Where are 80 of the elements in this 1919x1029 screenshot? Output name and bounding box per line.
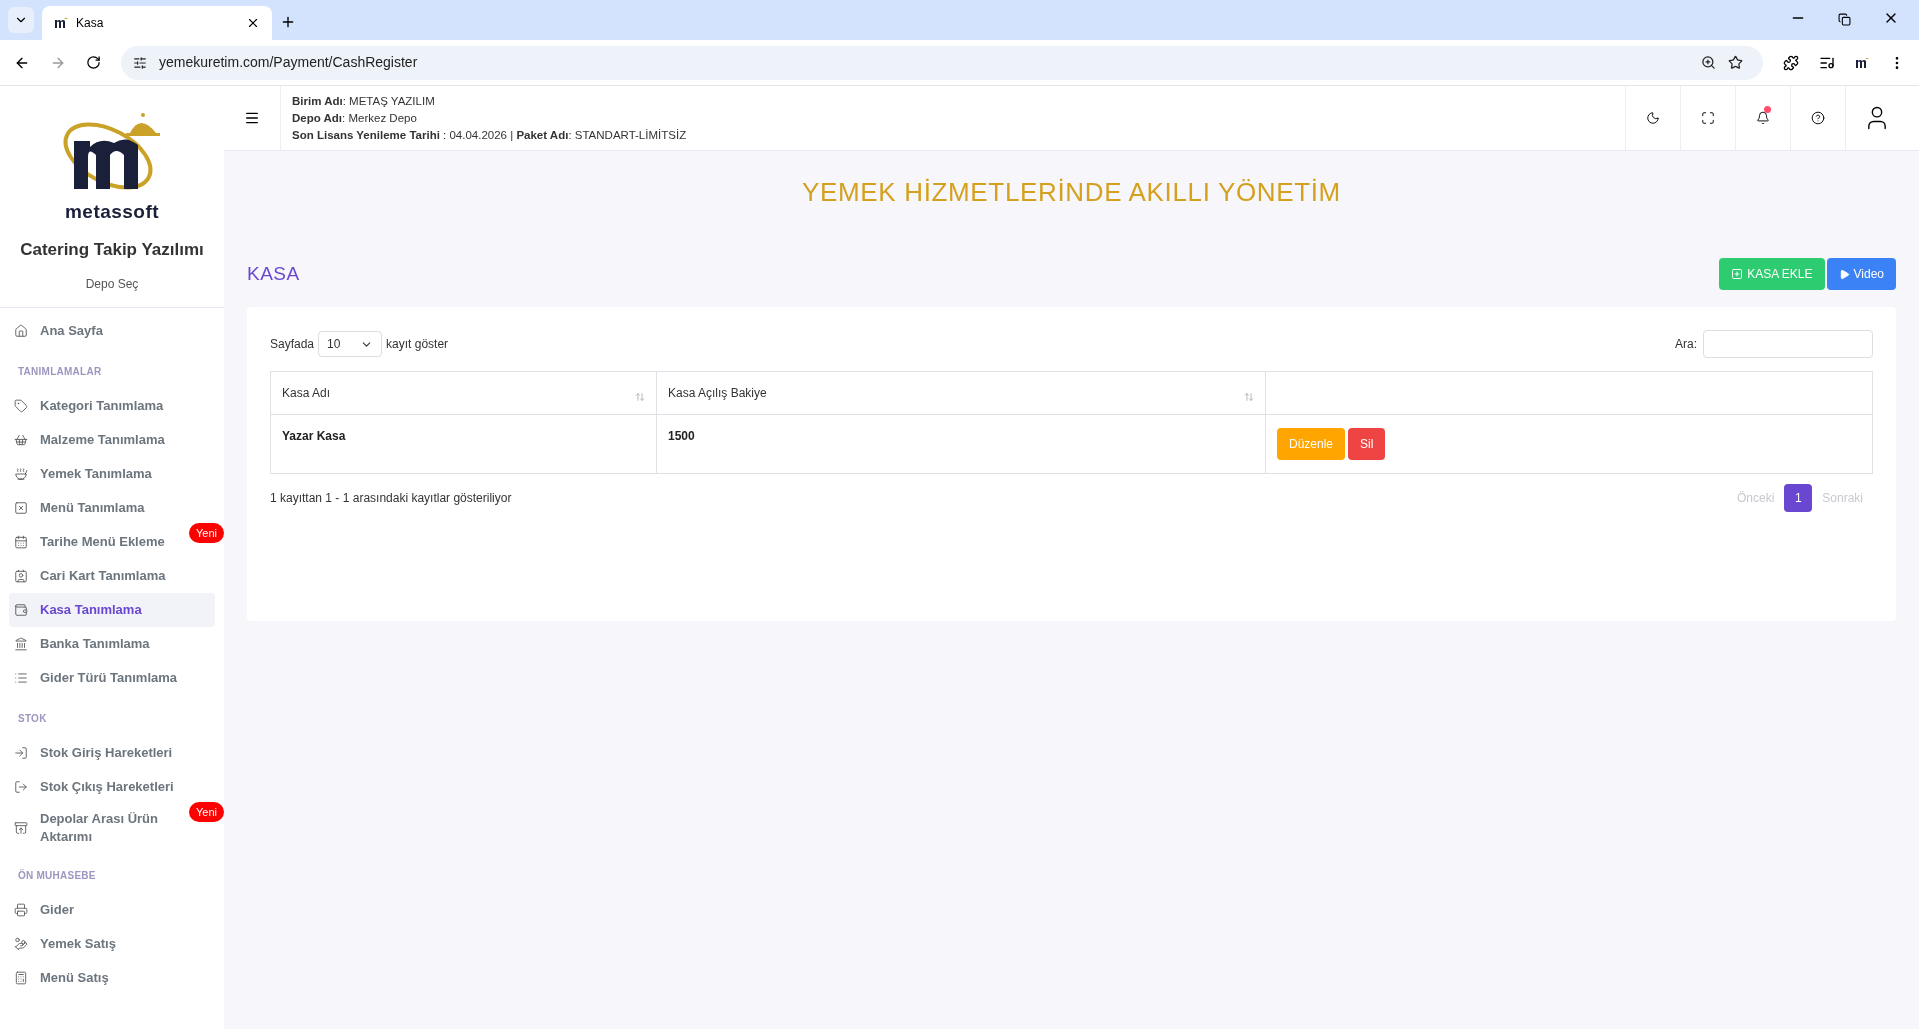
crossed-square-icon: [14, 500, 28, 515]
help-icon: [1811, 111, 1825, 125]
home-icon: [14, 323, 28, 338]
sidebar-item[interactable]: Kategori Tanımlama: [9, 388, 215, 423]
brand-wordmark: metassoft: [65, 201, 159, 223]
sidebar-item[interactable]: Malzeme Tanımlama: [9, 422, 215, 457]
sidebar-section-heading: TANIMLAMALAR: [17, 364, 103, 379]
sort-icon: [1244, 392, 1254, 402]
zoom-icon[interactable]: [1701, 55, 1716, 70]
address-bar[interactable]: yemekuretim.com/Payment/CashRegister: [121, 45, 1763, 80]
dark-mode-icon: [1646, 111, 1660, 125]
printer-icon: [14, 902, 28, 917]
page-size-label: Sayfada: [270, 336, 315, 353]
search-label: Ara:: [1675, 336, 1697, 353]
list-icon: [14, 670, 28, 685]
reload-icon[interactable]: [86, 55, 101, 70]
new-tab-icon[interactable]: [280, 14, 296, 30]
sidebar-item[interactable]: Stok Giriş Hareketleri: [9, 735, 215, 770]
column-header[interactable]: Kasa Adı: [270, 371, 657, 415]
license-info-line: Depo Adı: Merkez Depo: [292, 110, 417, 126]
login-icon: [14, 745, 28, 760]
extensions-icon[interactable]: [1783, 54, 1799, 71]
table-cell: 1500: [656, 414, 1266, 474]
new-badge: Yeni: [189, 522, 224, 543]
sidebar-item[interactable]: Kasa Tanımlama: [9, 592, 215, 627]
table-info-text: 1 kayıttan 1 - 1 arasındaki kayıtlar gösteriliyor: [270, 490, 512, 507]
sidebar-section-heading: STOK: [17, 711, 48, 726]
sidebar-item[interactable]: Yemek Satış: [9, 926, 215, 961]
bookmark-star-icon[interactable]: [1728, 55, 1743, 70]
license-info-line: Birim Adı: METAŞ YAZILIM: [292, 93, 435, 109]
tab-list-button[interactable]: [8, 7, 34, 33]
coin-hand-icon: [14, 936, 28, 951]
bowl-icon: [14, 466, 28, 481]
plus-square-icon: [1731, 268, 1744, 280]
site-settings-icon: [133, 55, 147, 70]
browser-tab[interactable]: Kasa: [42, 6, 272, 40]
play-icon: [1838, 268, 1850, 280]
bank-icon: [14, 636, 28, 651]
notification-bell-icon: [1756, 111, 1770, 125]
tag-icon: [14, 398, 28, 413]
page-size-suffix: kayıt göster: [386, 336, 449, 353]
extension-logo-icon: [1855, 56, 1869, 69]
calendar-icon: [14, 534, 28, 549]
sidebar-section-heading: ÖN MUHASEBE: [17, 868, 97, 883]
sort-icon: [635, 392, 645, 402]
sidebar-item[interactable]: Tarihe Menü Ekleme: [9, 524, 188, 559]
sidebar-item[interactable]: Stok Çıkış Hareketleri: [9, 769, 215, 804]
delete-button[interactable]: Sil: [1348, 428, 1386, 460]
restore-icon[interactable]: [1838, 13, 1851, 26]
wallet-icon: [14, 602, 28, 617]
site-favicon-icon: [54, 17, 68, 29]
page-size-select[interactable]: 10: [318, 331, 383, 357]
sidebar-item[interactable]: Menü Tanımlama: [9, 490, 215, 525]
fullscreen-icon: [1701, 111, 1715, 125]
close-tab-icon[interactable]: [246, 16, 260, 30]
menu-icon: [244, 110, 260, 126]
sidebar-item[interactable]: Yemek Tanımlama: [9, 456, 215, 491]
column-header[interactable]: Kasa Açılış Bakiye: [656, 371, 1266, 415]
banner-title: YEMEK HİZMETLERİNDE AKILLI YÖNETİM: [802, 176, 1341, 209]
page-title: KASA: [247, 261, 300, 286]
contact-card-icon: [14, 568, 28, 583]
basket-icon: [14, 432, 28, 447]
search-field[interactable]: [1703, 330, 1873, 358]
sidebar-item[interactable]: Depolar Arası Ürün Aktarımı: [9, 803, 188, 852]
logout-icon: [14, 779, 28, 794]
page-number-button[interactable]: 1: [1784, 484, 1813, 512]
sidebar-item[interactable]: Banka Tanımlama: [9, 626, 215, 661]
new-badge: Yeni: [189, 801, 224, 822]
sidebar-item[interactable]: Gider Türü Tanımlama: [9, 660, 215, 695]
depot-select-link[interactable]: Depo Seç: [85, 274, 139, 293]
app-name: Catering Takip Yazılımı: [20, 239, 204, 261]
table-cell: Yazar Kasa: [270, 414, 657, 474]
calculator-icon: [14, 970, 28, 985]
video-button[interactable]: Video: [1826, 258, 1896, 290]
sidebar-item[interactable]: Cari Kart Tanımlama: [9, 558, 215, 593]
sidebar-item[interactable]: Ana Sayfa: [9, 313, 215, 348]
archive-icon: [14, 820, 28, 835]
license-info-line: Son Lisans Yenileme Tarihi : 04.04.2026 | Paket Adı: STANDART-LİMİTSİZ: [292, 127, 687, 143]
sidebar-item[interactable]: Menü Satış: [9, 960, 215, 995]
sidebar-item[interactable]: Gider: [9, 892, 215, 927]
